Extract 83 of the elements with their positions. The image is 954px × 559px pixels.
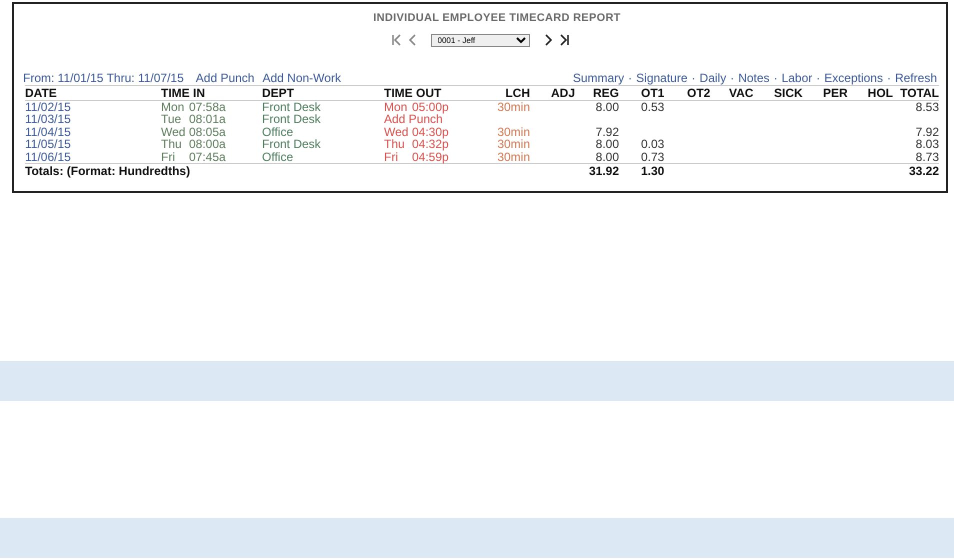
column-header: ADJ	[530, 86, 575, 100]
hours-value: 8.00	[596, 137, 619, 151]
day-text: Wed	[384, 126, 410, 138]
column-header: PER	[823, 86, 860, 100]
department-text: Office	[262, 124, 294, 138]
total-value: 8.03	[916, 137, 939, 151]
total-value: 7.92	[916, 124, 939, 138]
date-link[interactable]: 11/03/15	[25, 112, 71, 126]
view-link[interactable]: Notes	[738, 71, 770, 85]
column-header: HOL	[860, 86, 893, 100]
time-text: 08:05a	[189, 124, 226, 138]
hours-value: 7.92	[596, 124, 619, 138]
date-link[interactable]: 11/06/15	[25, 150, 71, 164]
hours-value: 8.00	[596, 100, 619, 114]
view-link[interactable]: Refresh	[894, 71, 937, 85]
column-header: LCH	[490, 86, 530, 100]
report-title: INDIVIDUAL EMPLOYEE TIMECARD REPORT	[372, 12, 622, 25]
view-link[interactable]: Summary	[572, 71, 624, 85]
time-text: 07:58a	[189, 100, 226, 114]
action-link[interactable]: Add Punch	[196, 71, 254, 85]
column-header: TOTAL	[893, 86, 939, 100]
column-header: OT1	[641, 86, 687, 100]
column-header: DATE	[25, 86, 161, 100]
day-text: Wed	[161, 126, 186, 138]
day-text: Thu	[161, 138, 183, 150]
date-link[interactable]: 11/04/15	[25, 124, 71, 138]
view-link[interactable]: Labor	[782, 71, 812, 85]
first-page-icon[interactable]	[390, 33, 402, 47]
time-text: 04:32p	[412, 137, 449, 151]
lunch-text: 30min	[497, 124, 530, 138]
date-range-text: From: 11/01/15 Thru: 11/07/15	[23, 71, 184, 85]
hours-value: 0.53	[641, 100, 664, 114]
total-value: 31.92	[588, 164, 619, 178]
separator-dot: ·	[886, 71, 891, 85]
employee-select[interactable]: 0001 - Jeff	[430, 34, 530, 46]
view-link[interactable]: Signature	[636, 71, 688, 85]
department-text: Front Desk	[262, 112, 321, 126]
hours-value: 0.03	[641, 137, 664, 151]
total-value: 8.53	[916, 100, 939, 114]
time-text: 05:00p	[412, 100, 449, 114]
date-link[interactable]: 11/02/15	[25, 100, 71, 114]
department-text: Front Desk	[262, 137, 321, 151]
day-text: Fri	[384, 150, 399, 163]
view-link[interactable]: Exceptions	[824, 71, 883, 85]
separator-dot: ·	[730, 71, 734, 85]
time-text: 08:01a	[189, 112, 226, 126]
column-header: REG	[575, 86, 641, 100]
time-text: 04:59p	[412, 150, 449, 164]
column-header: SICK	[774, 86, 823, 100]
date-link[interactable]: 11/05/15	[25, 137, 71, 151]
separator-dot: ·	[692, 71, 696, 85]
separator-dot: ·	[816, 71, 820, 85]
department-text: Office	[262, 150, 294, 164]
day-text: Fri	[161, 150, 176, 163]
time-text: 08:00a	[189, 137, 226, 151]
column-header: TIME OUT	[384, 86, 490, 100]
totals-label: Totals: (Format: Hundredths)	[25, 164, 190, 178]
day-text: Tue	[161, 113, 182, 126]
previous-icon[interactable]	[406, 33, 418, 47]
hours-value: 0.73	[641, 150, 664, 164]
column-header: TIME IN	[161, 86, 262, 100]
hours-value: 8.00	[596, 150, 619, 164]
column-header: DEPT	[262, 86, 384, 100]
action-link[interactable]: Add Non-Work	[262, 71, 341, 85]
add-punch-link[interactable]: Add Punch	[384, 112, 443, 126]
day-text: Mon	[161, 100, 186, 113]
time-text: 07:45a	[189, 150, 226, 164]
separator-dot: ·	[774, 71, 778, 85]
total-value: 33.22	[908, 164, 939, 178]
view-link[interactable]: Daily	[700, 71, 726, 85]
column-header: OT2	[687, 86, 729, 100]
day-text: Mon	[384, 100, 408, 113]
total-value: 1.30	[641, 164, 664, 178]
day-text: Thu	[384, 138, 406, 150]
last-page-icon[interactable]	[558, 33, 570, 47]
lunch-text: 30min	[497, 137, 530, 151]
time-text: 04:30p	[412, 124, 449, 138]
separator-dot: ·	[628, 71, 632, 85]
department-text: Front Desk	[262, 100, 321, 114]
total-value: 8.73	[916, 150, 939, 164]
column-header: VAC	[729, 86, 774, 100]
lunch-text: 30min	[497, 100, 530, 114]
lunch-text: 30min	[497, 150, 530, 164]
